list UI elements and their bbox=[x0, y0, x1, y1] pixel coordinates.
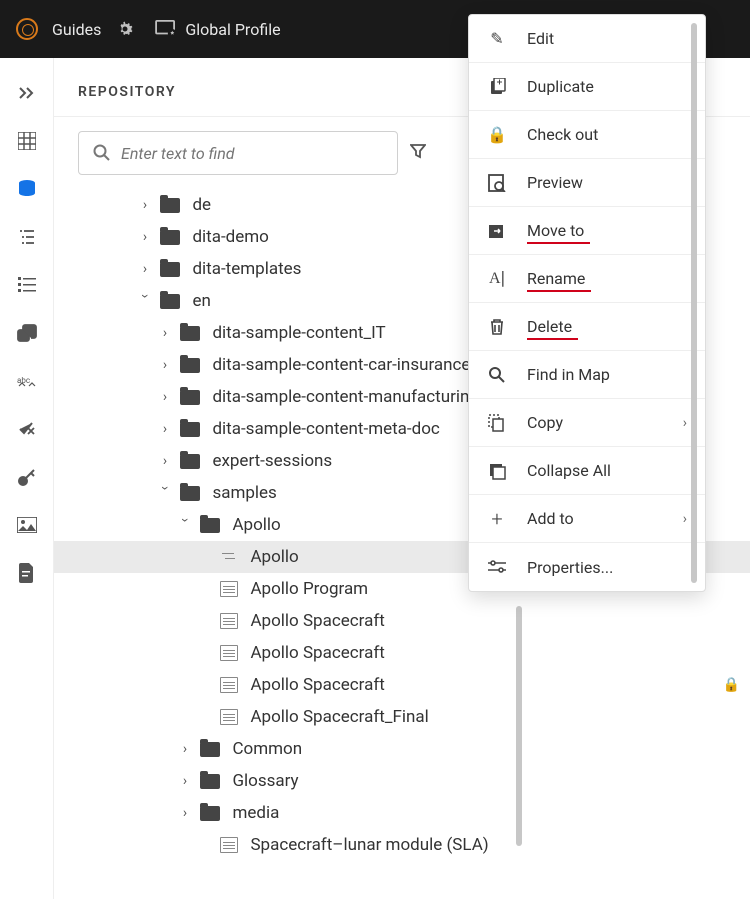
tree-item-apollo-sc3[interactable]: Apollo Spacecraft🔒 bbox=[54, 669, 750, 701]
folder-icon bbox=[180, 390, 200, 405]
folder-icon bbox=[180, 326, 200, 341]
menu-copy[interactable]: Copy› bbox=[469, 399, 705, 447]
validation-icon[interactable] bbox=[16, 418, 38, 440]
left-icon-rail: abc bbox=[0, 58, 54, 899]
app-logo-icon bbox=[16, 18, 38, 40]
trash-icon bbox=[487, 317, 507, 337]
reuse-icon[interactable] bbox=[16, 322, 38, 344]
tree-scrollbar[interactable] bbox=[516, 606, 522, 896]
repository-icon[interactable] bbox=[16, 178, 38, 200]
app-label: Guides bbox=[52, 20, 101, 39]
folder-icon bbox=[180, 358, 200, 373]
topic-icon bbox=[220, 677, 238, 693]
search-input[interactable] bbox=[121, 144, 383, 163]
collapse-icon bbox=[487, 461, 507, 481]
tree-folder-glossary[interactable]: › Glossary bbox=[54, 765, 750, 797]
list-icon[interactable] bbox=[16, 274, 38, 296]
topic-icon bbox=[220, 613, 238, 629]
menu-preview[interactable]: Preview bbox=[469, 159, 705, 207]
menu-move-to[interactable]: Move to bbox=[469, 207, 705, 255]
profile-screen-icon bbox=[155, 20, 177, 38]
key-icon[interactable] bbox=[16, 466, 38, 488]
topic-icon bbox=[220, 645, 238, 661]
tree-folder-common[interactable]: › Common bbox=[54, 733, 750, 765]
menu-edit[interactable]: ✎Edit bbox=[469, 15, 705, 63]
copy-icon bbox=[487, 413, 507, 433]
context-menu: ✎Edit Duplicate 🔒Check out Preview Move … bbox=[468, 14, 706, 592]
folder-icon bbox=[200, 806, 220, 821]
profile-selector[interactable]: Global Profile bbox=[155, 20, 280, 39]
folder-icon bbox=[200, 742, 220, 757]
plus-icon: + bbox=[487, 509, 507, 529]
tree-item-sla[interactable]: Spacecraft–lunar module (SLA) bbox=[54, 829, 750, 861]
attributes-icon[interactable]: abc bbox=[16, 370, 38, 392]
topic-icon bbox=[220, 581, 238, 597]
document-icon[interactable] bbox=[16, 562, 38, 584]
pencil-icon: ✎ bbox=[487, 29, 507, 49]
grid-view-icon[interactable] bbox=[16, 130, 38, 152]
image-icon[interactable] bbox=[16, 514, 38, 536]
search-icon bbox=[487, 365, 507, 385]
folder-icon bbox=[180, 422, 200, 437]
expand-rail-icon[interactable] bbox=[16, 82, 38, 104]
menu-duplicate[interactable]: Duplicate bbox=[469, 63, 705, 111]
move-icon bbox=[487, 221, 507, 241]
menu-properties[interactable]: Properties... bbox=[469, 543, 705, 591]
folder-icon bbox=[200, 774, 220, 789]
topic-icon bbox=[220, 837, 238, 853]
folder-icon bbox=[160, 230, 180, 245]
menu-scrollbar[interactable] bbox=[691, 23, 697, 583]
search-icon bbox=[93, 144, 111, 162]
menu-collapse-all[interactable]: Collapse All bbox=[469, 447, 705, 495]
folder-icon bbox=[200, 518, 220, 533]
ditamap-icon bbox=[220, 549, 238, 565]
filter-icon[interactable] bbox=[410, 143, 426, 163]
tree-item-apollo-sc-final[interactable]: Apollo Spacecraft_Final bbox=[54, 701, 750, 733]
profile-label: Global Profile bbox=[185, 20, 280, 39]
folder-icon bbox=[180, 454, 200, 469]
settings-gear-icon[interactable] bbox=[115, 19, 135, 39]
preview-icon bbox=[487, 173, 507, 193]
menu-delete[interactable]: Delete bbox=[469, 303, 705, 351]
tree-item-apollo-sc2[interactable]: Apollo Spacecraft bbox=[54, 637, 750, 669]
rename-icon: A| bbox=[487, 269, 507, 289]
lock-icon: 🔒 bbox=[723, 677, 740, 693]
svg-text:abc: abc bbox=[17, 376, 30, 385]
folder-icon bbox=[160, 294, 180, 309]
folder-icon bbox=[160, 198, 180, 213]
menu-check-out[interactable]: 🔒Check out bbox=[469, 111, 705, 159]
tree-folder-media[interactable]: › media bbox=[54, 797, 750, 829]
chevron-right-icon: › bbox=[683, 415, 687, 431]
outline-icon[interactable] bbox=[16, 226, 38, 248]
menu-add-to[interactable]: +Add to› bbox=[469, 495, 705, 543]
menu-find-in-map[interactable]: Find in Map bbox=[469, 351, 705, 399]
repository-panel: REPOSITORY › de › dita-demo › dita-templ… bbox=[54, 58, 750, 899]
sliders-icon bbox=[487, 557, 507, 577]
menu-rename[interactable]: A|Rename bbox=[469, 255, 705, 303]
lock-icon: 🔒 bbox=[487, 125, 507, 145]
folder-icon bbox=[180, 486, 200, 501]
chevron-right-icon: › bbox=[683, 511, 687, 527]
topic-icon bbox=[220, 709, 238, 725]
duplicate-icon bbox=[487, 77, 507, 97]
tree-item-apollo-sc1[interactable]: Apollo Spacecraft bbox=[54, 605, 750, 637]
folder-icon bbox=[160, 262, 180, 277]
search-box[interactable] bbox=[78, 131, 398, 175]
